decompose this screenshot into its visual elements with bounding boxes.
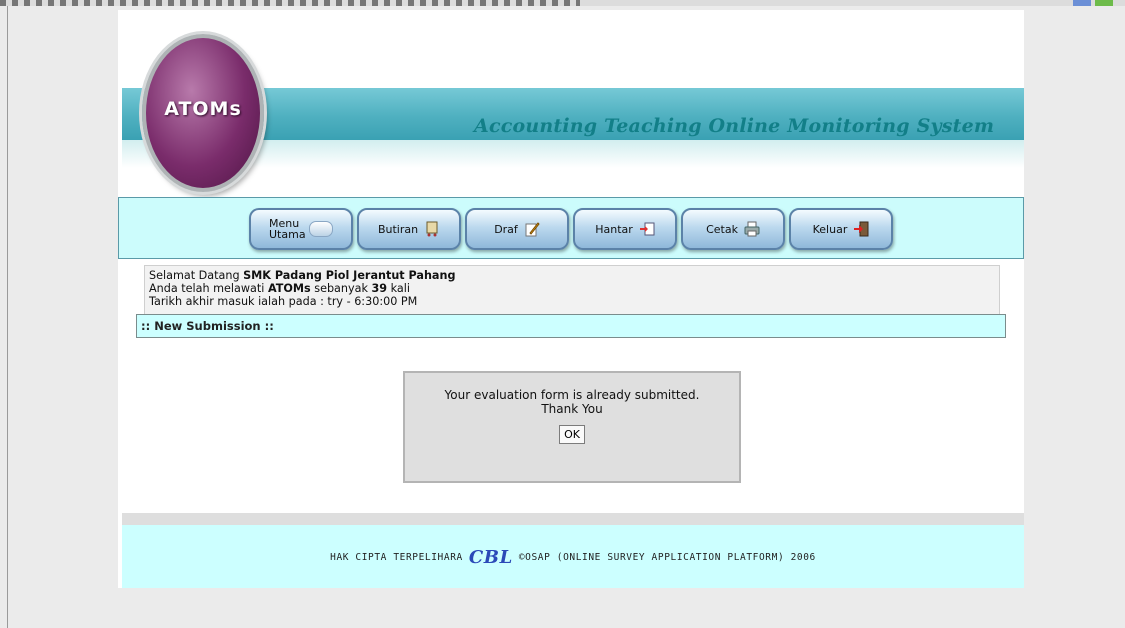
browser-top-strip [0,0,1125,6]
welcome-prefix: Selamat Datang [149,269,244,282]
welcome-line: Selamat Datang SMK Padang Piol Jerantut … [149,269,995,282]
message-line-1: Your evaluation form is already submitte… [444,388,700,402]
printer-icon [744,221,760,237]
draft-pencil-icon [524,221,540,237]
nav-button-menu-utama[interactable]: Menu Utama [249,208,353,250]
visit-suffix: kali [387,282,411,295]
school-name: SMK Padang Piol Jerantut Pahang [243,269,456,282]
system-title: Accounting Teaching Online Monitoring Sy… [474,115,995,137]
atoms-logo: ATOMs [142,34,264,192]
nav-button-hantar[interactable]: Hantar [573,208,677,250]
cropped-title-text [0,0,580,6]
nav-button-butiran[interactable]: Butiran [357,208,461,250]
visit-count: 39 [371,282,388,295]
window-left-border [7,6,8,628]
last-login-line: Tarikh akhir masuk ialah pada : try - 6:… [149,295,418,308]
nav-label: Cetak [706,222,738,236]
submitted-message-box: Your evaluation form is already submitte… [403,371,741,483]
nav-label: Menu Utama [269,217,306,241]
window-tray-icons [1073,0,1113,6]
app-name: ATOMs [267,282,311,295]
nav-label: Keluar [812,222,848,236]
visit-middle: sebanyak [310,282,372,295]
cbl-logo: CBL [468,547,513,568]
section-title-new-submission: :: New Submission :: [136,314,1006,338]
page-container: Accounting Teaching Online Monitoring Sy… [118,10,1024,588]
send-document-icon [639,221,655,237]
nav-button-cetak[interactable]: Cetak [681,208,785,250]
message-line-2: Thank You [541,402,603,416]
menu-icon [309,221,333,237]
logo-text: ATOMs [164,98,242,120]
visit-prefix: Anda telah melawati [149,282,268,295]
copyright-line: HAK CIPTA TERPELIHARA CBL ©OSAP (ONLINE SU… [122,547,1024,568]
nav-label: Hantar [595,222,633,236]
ok-button[interactable]: OK [559,425,585,444]
message-text: Your evaluation form is already submitte… [405,388,739,416]
copyright-left: HAK CIPTA TERPELIHARA [330,552,463,563]
footer-divider [122,513,1024,525]
nav-label: Draf [494,222,518,236]
nav-button-keluar[interactable]: Keluar [789,208,893,250]
copyright-right: ©OSAP (ONLINE SURVEY APPLICATION PLATFOR… [518,552,816,563]
nav-bar: Menu Utama Butiran Draf Hantar Cetak Kel… [118,197,1024,259]
footer: HAK CIPTA TERPELIHARA CBL ©OSAP (ONLINE SU… [122,525,1024,588]
exit-door-icon [853,221,869,237]
welcome-info-box: Selamat Datang SMK Padang Piol Jerantut … [144,265,1000,315]
visit-line: Anda telah melawati ATOMs sebanyak 39 ka… [149,282,995,295]
nav-label: Butiran [377,222,419,236]
nav-button-draf[interactable]: Draf [465,208,569,250]
cart-icon [424,221,440,237]
